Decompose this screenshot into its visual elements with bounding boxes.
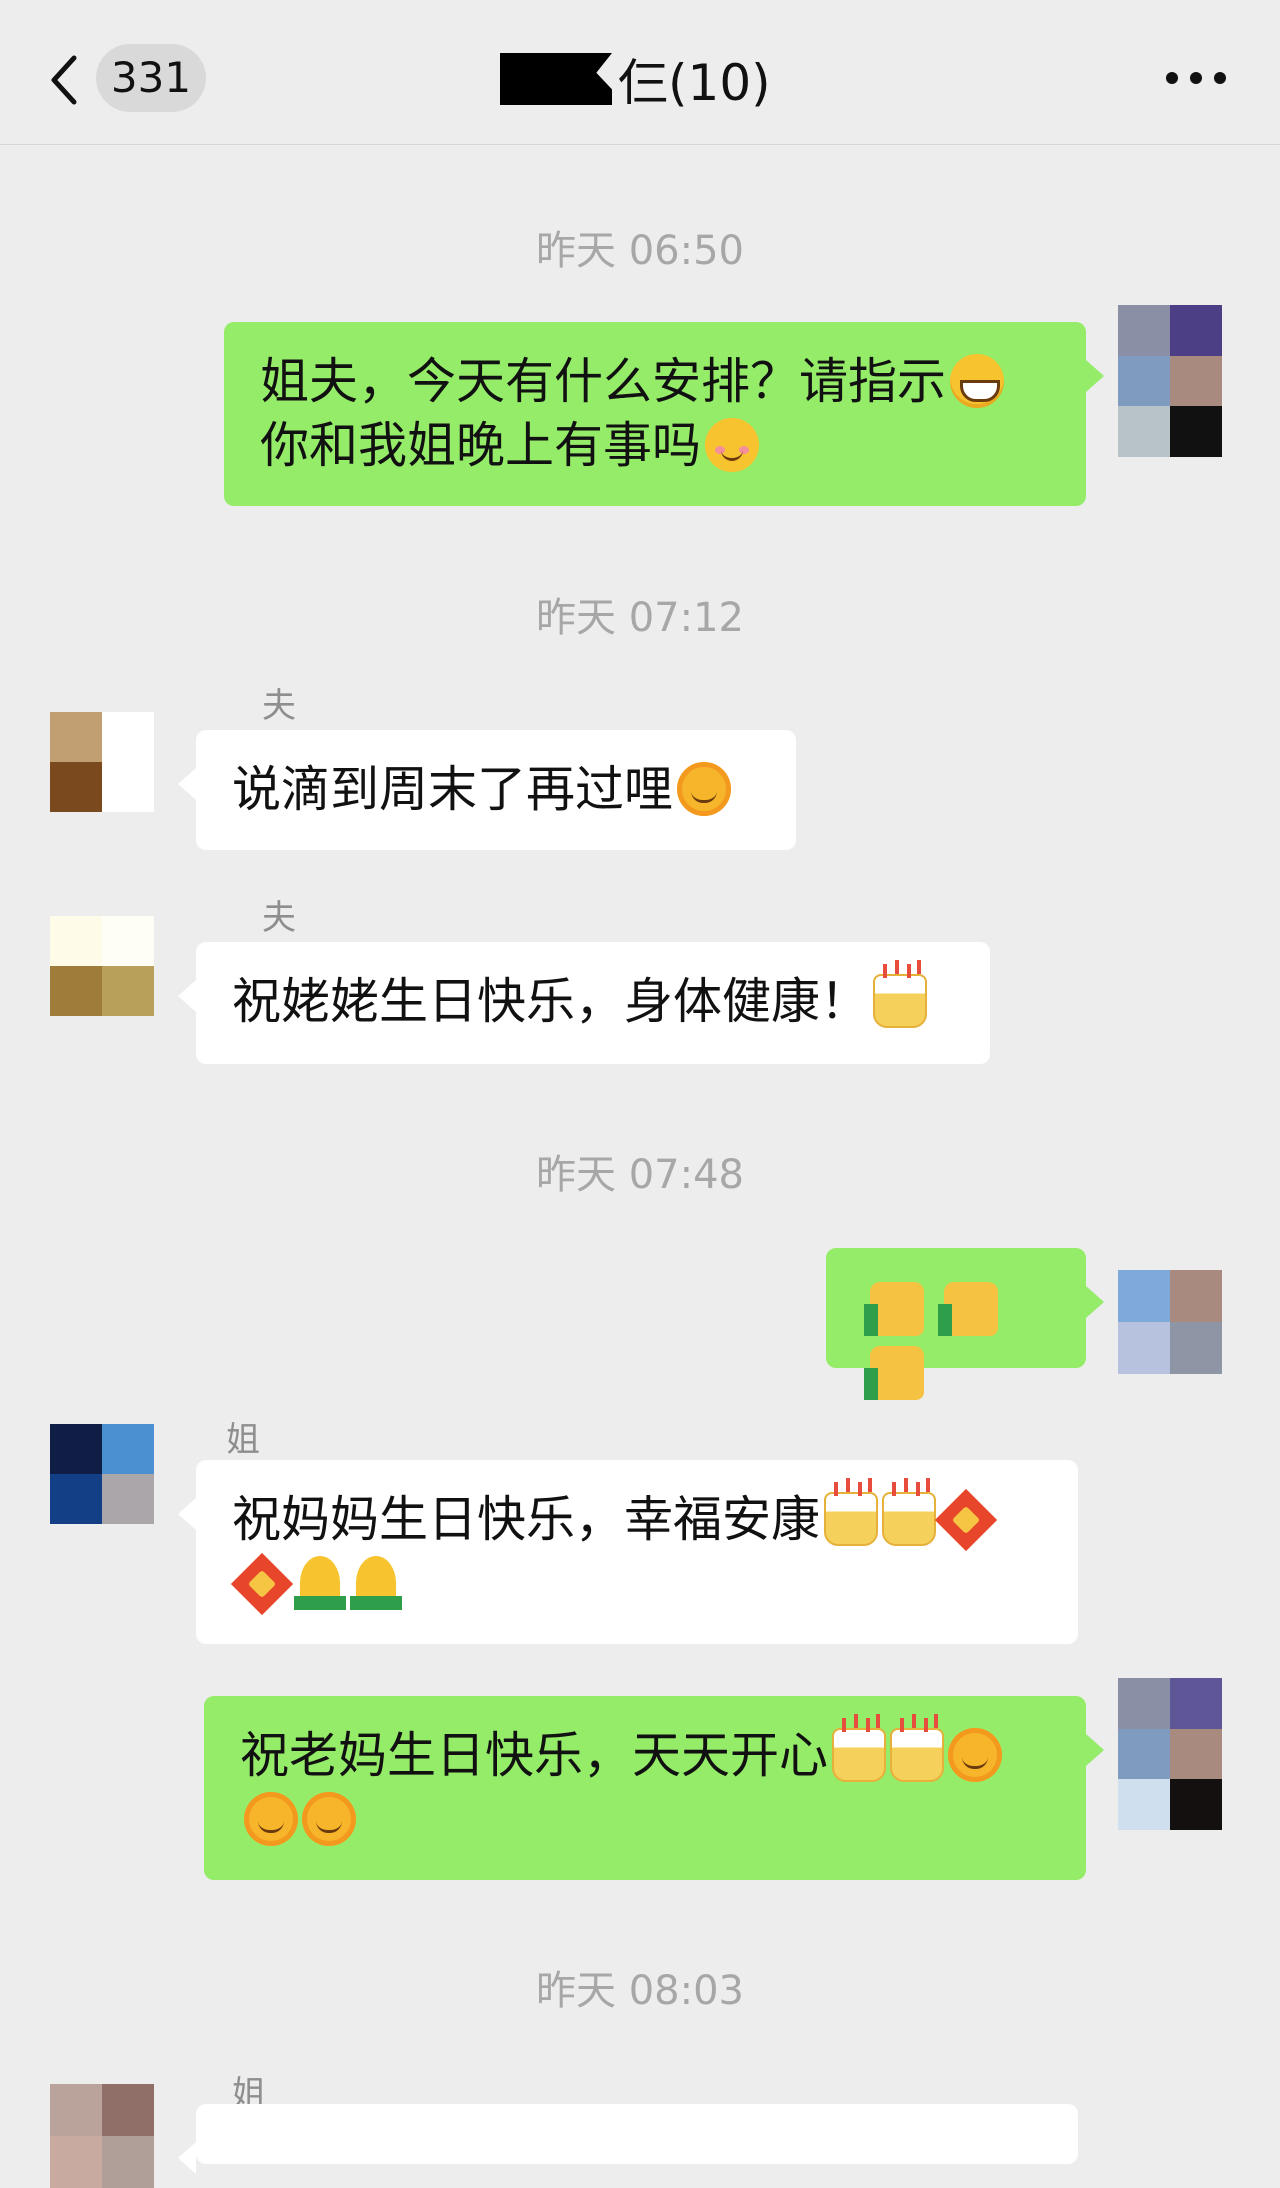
timestamp: 昨天 08:03 [536, 1968, 744, 2014]
message-text: 你和我姐晚上有事吗 [260, 417, 702, 474]
sun-face-icon [244, 1792, 298, 1846]
message-text: 说滴到周末了再过哩 [232, 761, 674, 818]
message-text: 祝妈妈生日快乐，幸福安康 [232, 1491, 821, 1548]
fu-blessing-icon [230, 1552, 294, 1616]
message-bubble-mine[interactable]: 姐夫，今天有什么安排？请指示 你和我姐晚上有事吗 [224, 322, 1104, 506]
timestamp: 昨天 06:50 [536, 228, 744, 274]
timestamp: 昨天 07:12 [536, 595, 744, 641]
chat-header: 331 仨(10) [0, 0, 1280, 145]
avatar-contact[interactable] [50, 1424, 154, 1524]
avatar-mine[interactable] [1118, 305, 1222, 457]
grinning-face-icon [950, 354, 1005, 408]
sun-face-icon [677, 762, 732, 816]
chat-title: 仨(10) [500, 44, 771, 114]
chevron-left-icon[interactable] [44, 52, 88, 108]
message-bubble-theirs[interactable]: 祝姥姥生日快乐，身体健康！ [178, 942, 990, 1064]
redacted-block [500, 53, 612, 105]
avatar-contact[interactable] [50, 916, 154, 1016]
birthday-cake-icon [873, 964, 928, 1028]
fu-blessing-icon [934, 1488, 998, 1552]
thumbs-up-icon [937, 1282, 998, 1336]
timestamp: 昨天 07:48 [536, 1152, 744, 1198]
sender-name: 姐 [226, 1420, 260, 1460]
sender-name: 夫 [262, 686, 296, 726]
sun-face-icon [302, 1792, 356, 1846]
birthday-cake-icon [832, 1718, 887, 1782]
chat-title-text: 仨(10) [618, 54, 771, 112]
message-text: 姐夫，今天有什么安排？请指示 [260, 353, 947, 410]
unread-count-badge[interactable]: 331 [96, 44, 206, 112]
message-text: 祝老妈生日快乐，天天开心 [240, 1727, 829, 1784]
message-bubble-theirs[interactable]: 说滴到周末了再过哩 [178, 730, 796, 850]
birthday-cake-icon [882, 1482, 937, 1546]
message-bubble-theirs[interactable]: 祝妈妈生日快乐，幸福安康 [178, 1460, 1078, 1644]
message-bubble-theirs[interactable] [178, 2104, 1078, 2174]
avatar-mine[interactable] [1118, 1678, 1222, 1830]
sender-name: 夫 [262, 898, 296, 938]
birthday-cake-icon [890, 1718, 945, 1782]
message-bubble-mine[interactable] [826, 1248, 1104, 1400]
avatar-mine[interactable] [1118, 1270, 1222, 1374]
avatar-contact[interactable] [50, 712, 154, 812]
birthday-cake-icon [824, 1482, 879, 1546]
message-text: 祝姥姥生日快乐，身体健康！ [232, 973, 870, 1030]
thumbs-up-icon [864, 1346, 924, 1400]
thumbs-up-icon [864, 1282, 924, 1336]
smiling-face-icon [705, 418, 760, 472]
more-dots-icon[interactable] [1166, 66, 1226, 90]
avatar-contact[interactable] [50, 2084, 154, 2188]
sun-face-icon [948, 1728, 1003, 1782]
praying-hands-icon [350, 1556, 402, 1610]
message-bubble-mine[interactable]: 祝老妈生日快乐，天天开心 [204, 1696, 1104, 1880]
praying-hands-icon [294, 1556, 346, 1610]
